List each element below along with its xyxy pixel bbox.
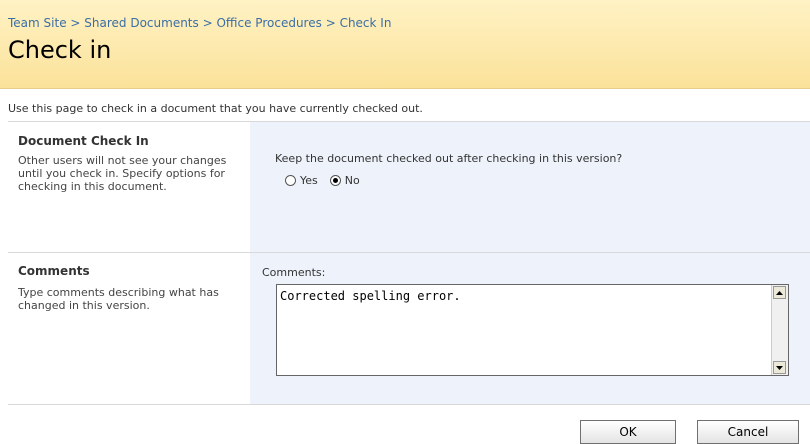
section-title-comments: Comments: [18, 264, 90, 278]
section-description-comments: Type comments describing what has change…: [18, 286, 219, 312]
radio-selected-dot: [332, 178, 338, 183]
comments-textarea[interactable]: Corrected spelling error.: [276, 284, 789, 376]
keep-checked-out-question: Keep the document checked out after chec…: [275, 152, 623, 165]
radio-yes[interactable]: [285, 175, 296, 186]
keep-checked-out-radio-group: Yes No: [285, 174, 368, 187]
page-header: Team Site > Shared Documents > Office Pr…: [0, 0, 810, 89]
scroll-up-arrow-icon[interactable]: [773, 286, 786, 299]
breadcrumb: Team Site > Shared Documents > Office Pr…: [8, 16, 391, 30]
page-title: Check in: [8, 36, 112, 64]
comments-scrollbar[interactable]: [771, 285, 788, 375]
divider: [8, 404, 810, 405]
cancel-button[interactable]: Cancel: [697, 420, 799, 444]
radio-yes-label[interactable]: Yes: [300, 174, 318, 187]
page-description: Use this page to check in a document tha…: [8, 102, 423, 115]
breadcrumb-separator: >: [325, 16, 340, 30]
breadcrumb-item-shared-documents[interactable]: Shared Documents: [84, 16, 198, 30]
radio-no-label[interactable]: No: [345, 174, 360, 187]
breadcrumb-item-check-in: Check In: [339, 16, 392, 30]
breadcrumb-item-office-procedures[interactable]: Office Procedures: [216, 16, 321, 30]
breadcrumb-separator: >: [202, 16, 217, 30]
breadcrumb-item-team-site[interactable]: Team Site: [8, 16, 67, 30]
breadcrumb-separator: >: [70, 16, 85, 30]
comments-field-label: Comments:: [262, 266, 326, 279]
radio-no[interactable]: [329, 175, 341, 186]
comments-text: Corrected spelling error.: [280, 289, 461, 303]
ok-button[interactable]: OK: [580, 420, 676, 444]
checkin-options-panel: [250, 122, 810, 252]
section-description-document-check-in: Other users will not see your changes un…: [18, 154, 227, 193]
scroll-down-arrow-icon[interactable]: [773, 361, 786, 374]
section-title-document-check-in: Document Check In: [18, 134, 149, 148]
